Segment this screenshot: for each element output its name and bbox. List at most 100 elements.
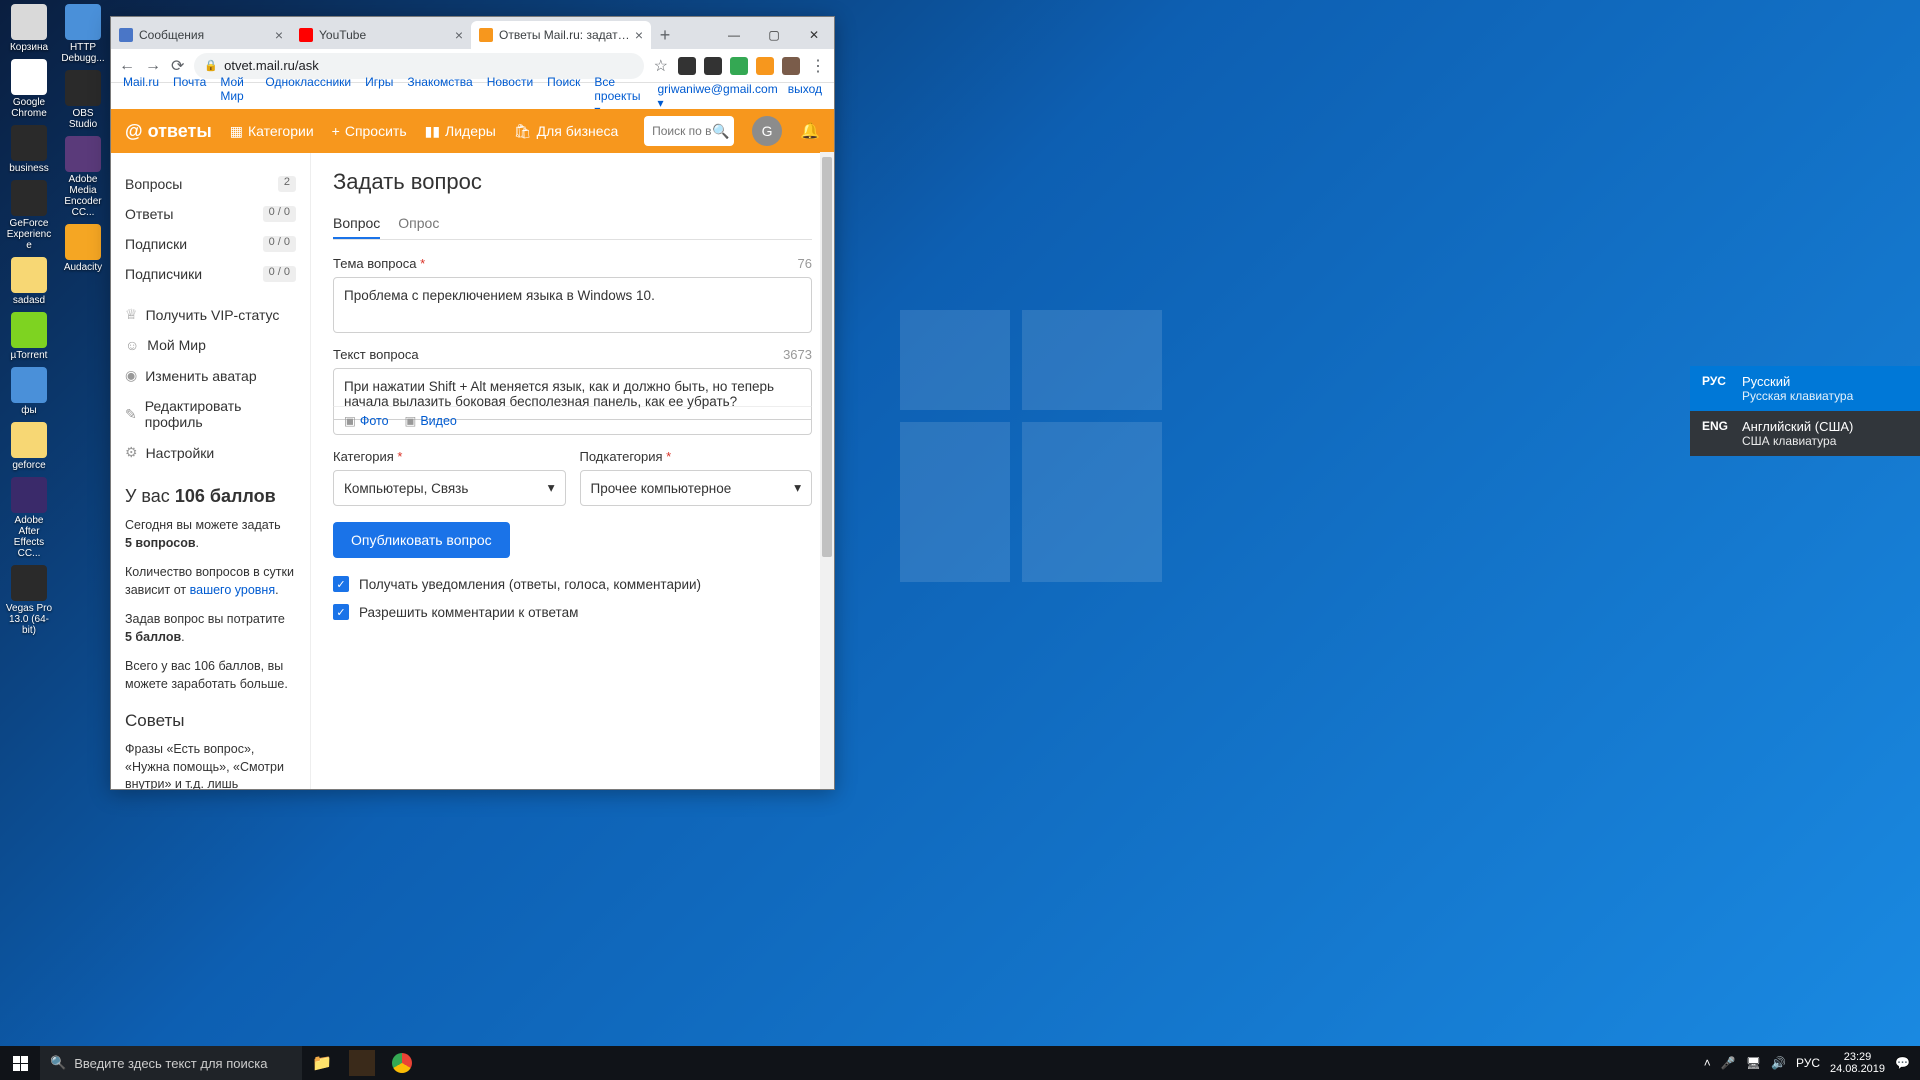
minimize-button[interactable]: —: [714, 21, 754, 49]
at-icon: @: [125, 121, 143, 142]
sidebar-link-icon: ⚙: [125, 444, 138, 461]
forward-button[interactable]: →: [145, 57, 161, 75]
language-option[interactable]: ENGАнглийский (США)США клавиатура: [1690, 411, 1920, 456]
search-icon: 🔍: [712, 123, 729, 140]
extension-icon[interactable]: [678, 57, 696, 75]
desktop-icon[interactable]: Audacity: [58, 224, 108, 273]
total-points-text: Всего у вас 106 баллов, вы можете зарабо…: [125, 658, 296, 693]
sidebar-link[interactable]: ♕Получить VIP-статус: [125, 299, 296, 330]
sidebar-stat-row[interactable]: Подписчики0 / 0: [125, 259, 296, 289]
sidebar-link-icon: ✎: [125, 406, 137, 423]
desktop-icon[interactable]: Adobe After Effects CC...: [4, 477, 54, 559]
header-nav-item[interactable]: ▮▮Лидеры: [425, 123, 496, 140]
extension-icon[interactable]: [730, 57, 748, 75]
checkbox-comments[interactable]: ✓ Разрешить комментарии к ответам: [333, 604, 812, 620]
taskbar-search[interactable]: 🔍 Введите здесь текст для поиска: [40, 1046, 302, 1080]
header-nav-item[interactable]: 🛍Для бизнеса: [514, 123, 618, 140]
publish-button[interactable]: Опубликовать вопрос: [333, 522, 510, 558]
sidebar-stat-row[interactable]: Подписки0 / 0: [125, 229, 296, 259]
desktop-icon[interactable]: Vegas Pro 13.0 (64-bit): [4, 565, 54, 636]
tray-language[interactable]: РУС: [1796, 1056, 1820, 1070]
level-link[interactable]: вашего уровня: [190, 583, 275, 597]
subcategory-select[interactable]: Прочее компьютерное ▾: [580, 470, 813, 506]
text-label-row: Текст вопроса 3673: [333, 347, 812, 362]
user-avatar[interactable]: G: [752, 116, 782, 146]
nav-icon: ▮▮: [425, 123, 440, 140]
tab-question[interactable]: Вопрос: [333, 209, 380, 239]
notifications-bell-icon[interactable]: 🔔: [800, 121, 820, 141]
logout-link[interactable]: выход: [788, 82, 822, 110]
desktop-icon[interactable]: OBS Studio: [58, 70, 108, 130]
tray-volume-icon[interactable]: 🔊: [1771, 1056, 1786, 1070]
points-title: У вас 106 баллов: [125, 486, 296, 507]
extension-icon[interactable]: [756, 57, 774, 75]
desktop-icon[interactable]: business: [4, 125, 54, 174]
back-button[interactable]: ←: [119, 57, 135, 75]
attach-video[interactable]: ▣Видео: [405, 413, 457, 428]
header-nav-item[interactable]: ▦Категории: [230, 123, 314, 140]
close-tab-icon[interactable]: ×: [455, 27, 463, 43]
sidebar-link[interactable]: ◉Изменить аватар: [125, 360, 296, 391]
sidebar-link[interactable]: ✎Редактировать профиль: [125, 391, 296, 437]
tray-network-icon[interactable]: 🖥: [1746, 1056, 1761, 1070]
close-window-button[interactable]: ✕: [794, 21, 834, 49]
scrollbar-thumb[interactable]: [822, 157, 832, 557]
browser-tab[interactable]: Сообщения×: [111, 21, 291, 49]
maximize-button[interactable]: ▢: [754, 21, 794, 49]
ask-cost-text: Задав вопрос вы потратите5 баллов.: [125, 611, 296, 646]
browser-tab[interactable]: Ответы Mail.ru: задать вопрос×: [471, 21, 651, 49]
header-nav-item[interactable]: +Спросить: [332, 123, 407, 140]
page-title: Задать вопрос: [333, 169, 812, 195]
browser-menu-button[interactable]: ⋮: [810, 56, 826, 76]
main-content: Задать вопрос Вопрос Опрос Тема вопроса …: [311, 153, 834, 789]
tray-notifications-icon[interactable]: 💬: [1895, 1056, 1910, 1070]
desktop-icon[interactable]: HTTP Debugg...: [58, 4, 108, 64]
sidebar-link-icon: ◉: [125, 367, 137, 384]
start-button[interactable]: [0, 1046, 40, 1080]
close-tab-icon[interactable]: ×: [635, 27, 643, 43]
checkbox-notifications[interactable]: ✓ Получать уведомления (ответы, голоса, …: [333, 576, 812, 592]
site-logo[interactable]: @ ответы: [125, 121, 212, 142]
close-tab-icon[interactable]: ×: [275, 27, 283, 43]
sidebar-link[interactable]: ☺Мой Мир: [125, 330, 296, 360]
desktop-icon[interactable]: geforce: [4, 422, 54, 471]
bookmark-star-icon[interactable]: ☆: [654, 56, 668, 76]
user-email[interactable]: griwaniwe@gmail.com ▾: [658, 82, 778, 110]
desktop-icon[interactable]: GeForce Experience: [4, 180, 54, 251]
chevron-down-icon: ▾: [548, 480, 555, 496]
category-select[interactable]: Компьютеры, Связь ▾: [333, 470, 566, 506]
browser-tab[interactable]: YouTube×: [291, 21, 471, 49]
desktop-icon[interactable]: sadasd: [4, 257, 54, 306]
tray-mic-icon[interactable]: 🎤: [1721, 1056, 1736, 1070]
desktop-icon[interactable]: µTorrent: [4, 312, 54, 361]
desktop-icon[interactable]: Корзина: [4, 4, 54, 53]
tips-text: Фразы «Есть вопрос», «Нужна помощь», «См…: [125, 741, 296, 789]
file-explorer-icon[interactable]: 📁: [302, 1046, 342, 1080]
topic-input[interactable]: Проблема с переключением языка в Windows…: [333, 277, 812, 333]
tab-poll[interactable]: Опрос: [398, 209, 439, 239]
extension-icon[interactable]: [782, 57, 800, 75]
extension-icon[interactable]: [704, 57, 722, 75]
search-input[interactable]: [652, 124, 712, 138]
app-icon[interactable]: [349, 1050, 375, 1076]
system-tray: ˄ 🎤 🖥 🔊 РУС 23:29 24.08.2019 💬: [1694, 1051, 1920, 1075]
new-tab-button[interactable]: +: [651, 21, 679, 49]
window-controls: — ▢ ✕: [714, 21, 834, 49]
sidebar-link-icon: ☺: [125, 337, 139, 353]
windows-logo-background: [900, 310, 1162, 582]
desktop-icon[interactable]: Google Chrome: [4, 59, 54, 119]
checkbox-icon: ✓: [333, 604, 349, 620]
attach-photo[interactable]: ▣Фото: [344, 413, 389, 428]
tray-clock[interactable]: 23:29 24.08.2019: [1830, 1051, 1885, 1075]
sidebar-stat-row[interactable]: Ответы0 / 0: [125, 199, 296, 229]
desktop-icon[interactable]: Adobe Media Encoder CC...: [58, 136, 108, 218]
sidebar-link[interactable]: ⚙Настройки: [125, 437, 296, 468]
sidebar-stat-row[interactable]: Вопросы2: [125, 169, 296, 199]
reload-button[interactable]: ⟳: [171, 56, 184, 76]
checkbox-icon: ✓: [333, 576, 349, 592]
tray-chevron-icon[interactable]: ˄: [1704, 1056, 1711, 1070]
language-option[interactable]: РУСРусскийРусская клавиатура: [1690, 366, 1920, 411]
chrome-icon[interactable]: [382, 1046, 422, 1080]
desktop-icon[interactable]: фы: [4, 367, 54, 416]
site-search[interactable]: 🔍: [644, 116, 734, 146]
